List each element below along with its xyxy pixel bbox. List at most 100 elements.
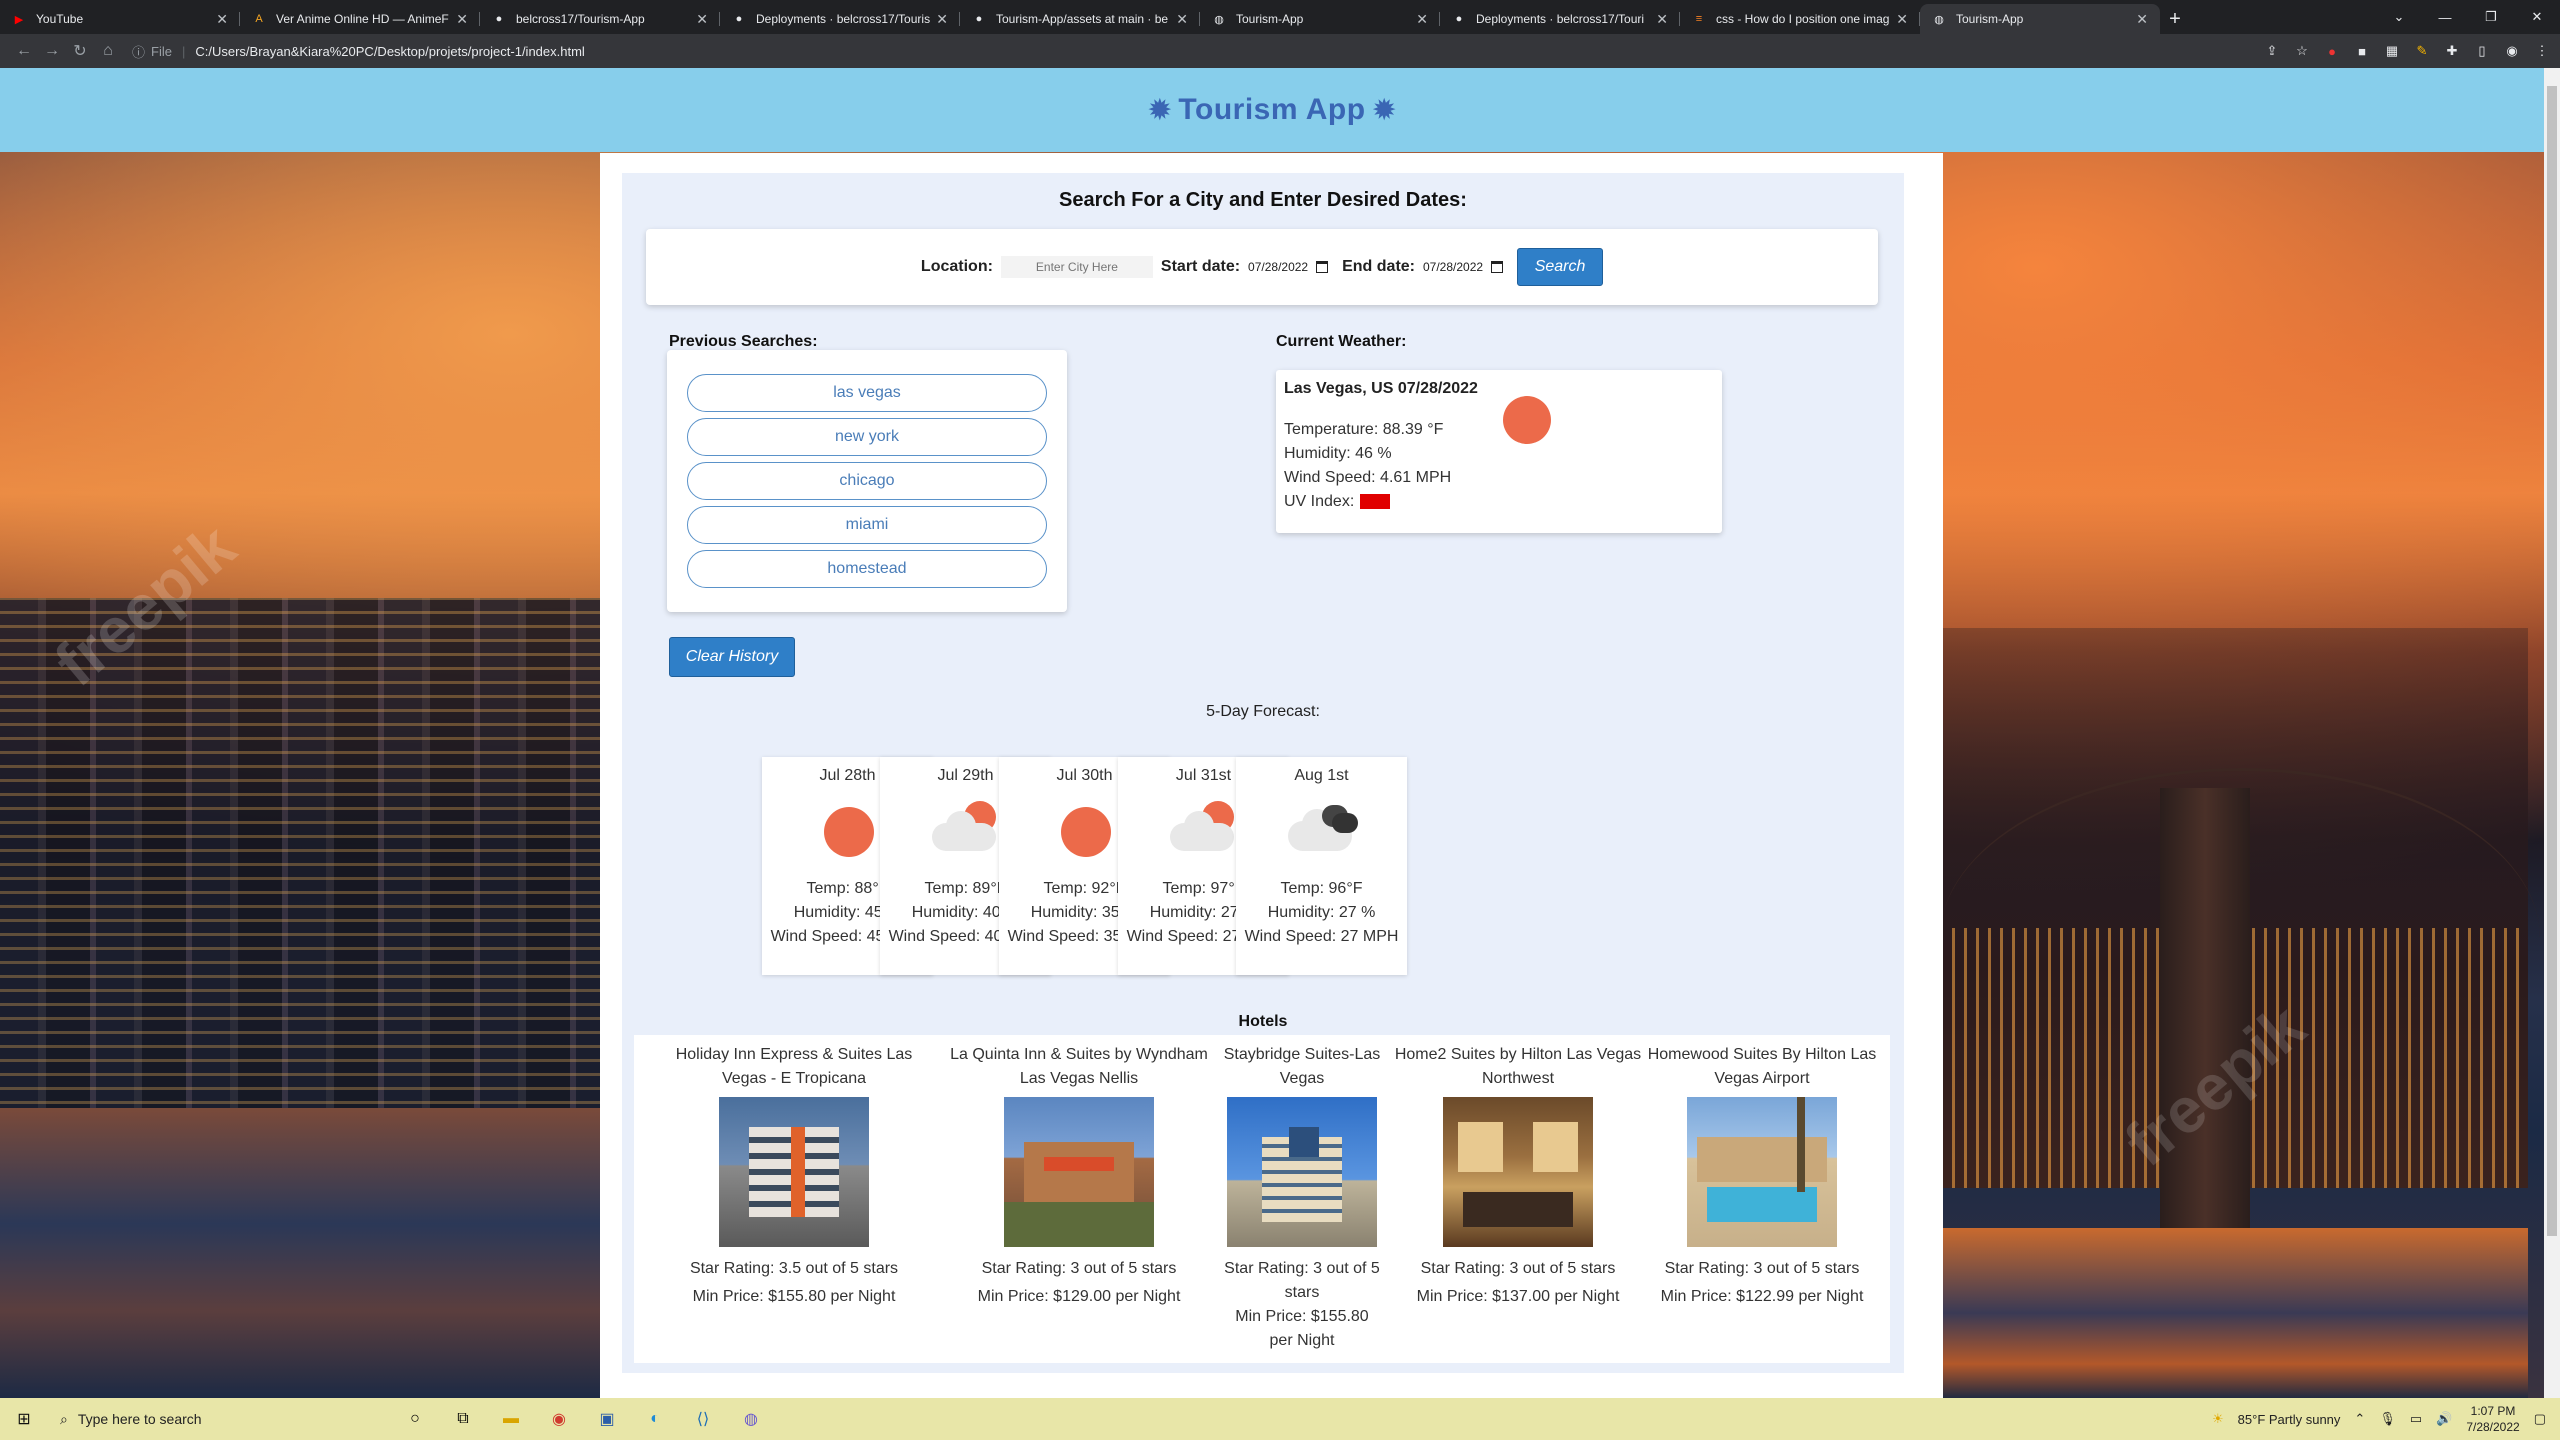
hotel-image <box>1004 1097 1154 1247</box>
windows-start-icon[interactable]: ⊞ <box>0 1398 48 1440</box>
hotel-rating: Star Rating: 3 out of 5 stars <box>981 1260 1177 1277</box>
info-icon[interactable]: ⓘ <box>132 42 145 61</box>
browser-tab[interactable]: ≡ css - How do I position one imag ✕ <box>1680 4 1920 34</box>
tab-close-icon[interactable]: ✕ <box>1176 11 1188 28</box>
calendar-icon[interactable] <box>1491 261 1504 273</box>
hotel-name: Home2 Suites by Hilton Las Vegas Northwe… <box>1394 1046 1642 1087</box>
weather-widget-text[interactable]: 85°F Partly sunny <box>2238 1412 2341 1427</box>
clock-date: 7/28/2022 <box>2466 1420 2520 1434</box>
system-clock[interactable]: 1:07 PM 7/28/2022 <box>2466 1403 2519 1435</box>
store-icon[interactable]: ▣ <box>594 1406 620 1432</box>
close-window-icon[interactable]: ✕ <box>2514 9 2560 25</box>
browser-tab[interactable]: ● Deployments · belcross17/Touris ✕ <box>720 4 960 34</box>
new-tab-button[interactable]: + <box>2160 4 2190 34</box>
tab-close-icon[interactable]: ✕ <box>1896 11 1908 28</box>
profile-icon[interactable]: ◉ <box>2504 43 2520 59</box>
hotel-card[interactable]: La Quinta Inn & Suites by Wyndham Las Ve… <box>939 1043 1219 1309</box>
github-icon: ● <box>1455 13 1463 25</box>
tab-close-icon[interactable]: ✕ <box>216 11 228 28</box>
history-item[interactable]: miami <box>687 506 1047 544</box>
tab-search-icon[interactable]: ⌄ <box>2376 9 2422 25</box>
calendar-icon[interactable] <box>1316 261 1329 273</box>
history-item[interactable]: new york <box>687 418 1047 456</box>
page-scrollbar[interactable] <box>2544 68 2560 1398</box>
browser-tab[interactable]: A Ver Anime Online HD — AnimeF ✕ <box>240 4 480 34</box>
pen-icon[interactable]: ✎ <box>2414 43 2430 59</box>
hotel-card[interactable]: Home2 Suites by Hilton Las Vegas Northwe… <box>1394 1043 1642 1309</box>
tab-close-icon[interactable]: ✕ <box>936 11 948 28</box>
extension-red-icon[interactable]: ● <box>2324 43 2340 59</box>
home-icon[interactable]: ⌂ <box>94 42 122 60</box>
browser-tab[interactable]: ● belcross17/Tourism-App ✕ <box>480 4 720 34</box>
file-explorer-icon[interactable]: ▬ <box>498 1406 524 1432</box>
search-heading: Search For a City and Enter Desired Date… <box>1059 189 1467 211</box>
menu-icon[interactable]: ⋮ <box>2534 43 2550 59</box>
network-icon[interactable]: ▭ <box>2410 1411 2422 1427</box>
start-date-value: 07/28/2022 <box>1248 260 1309 274</box>
url-text: C:/Users/Brayan&Kiara%20PC/Desktop/proje… <box>195 43 585 59</box>
tab-close-icon[interactable]: ✕ <box>2136 11 2148 28</box>
microphone-icon[interactable]: 🎙 <box>2379 1411 2396 1427</box>
history-item[interactable]: las vegas <box>687 374 1047 412</box>
share-icon[interactable]: ⇪ <box>2264 43 2280 59</box>
bookmark-star-icon[interactable]: ☆ <box>2294 43 2310 59</box>
hotel-card[interactable]: Staybridge Suites-Las Vegas Star Rating:… <box>1222 1043 1382 1353</box>
start-date-input[interactable]: 07/28/2022 <box>1248 260 1329 274</box>
end-date-label: End date: <box>1342 258 1415 275</box>
hotel-price: Min Price: $155.80 per Night <box>692 1288 896 1305</box>
tab-close-icon[interactable]: ✕ <box>696 11 708 28</box>
puzzle-icon[interactable]: ✚ <box>2444 43 2460 59</box>
minimize-icon[interactable]: — <box>2422 10 2468 25</box>
tab-title: Deployments · belcross17/Touris <box>756 12 931 26</box>
extension-gray-icon[interactable]: ■ <box>2354 43 2370 59</box>
browser-tab[interactable]: ▶ YouTube ✕ <box>0 4 240 34</box>
browser-tab[interactable]: ● Deployments · belcross17/Touri ✕ <box>1440 4 1680 34</box>
back-icon[interactable]: ← <box>10 42 38 60</box>
system-tray: ☀ 85°F Partly sunny ⌃ 🎙 ▭ 🔊 1:07 PM 7/28… <box>2212 1403 2560 1435</box>
taskbar-search[interactable]: ⌕ Type here to search <box>48 1398 388 1440</box>
browser-tab[interactable]: ◍ Tourism-App ✕ <box>1920 4 2160 34</box>
end-date-value: 07/28/2022 <box>1423 260 1484 274</box>
current-weather-title: Current Weather: <box>1276 333 1407 350</box>
history-item[interactable]: chicago <box>687 462 1047 500</box>
hotel-card[interactable]: Holiday Inn Express & Suites Las Vegas -… <box>654 1043 934 1309</box>
vscode-icon[interactable]: ⟨⟩ <box>690 1406 716 1432</box>
sun-icon <box>808 797 888 863</box>
tab-close-icon[interactable]: ✕ <box>1656 11 1668 28</box>
tab-close-icon[interactable]: ✕ <box>1416 11 1428 28</box>
forecast-title: 5-Day Forecast: <box>1206 703 1320 720</box>
extension-grid-icon[interactable]: ▦ <box>2384 43 2400 59</box>
end-date-input[interactable]: 07/28/2022 <box>1423 260 1504 274</box>
tab-list: ▶ YouTube ✕ A Ver Anime Online HD — AnimeF ✕ ●… <box>0 4 2160 34</box>
search-button[interactable]: Search <box>1517 248 1604 286</box>
github-icon: ● <box>975 13 983 25</box>
discord-icon[interactable]: ◍ <box>738 1406 764 1432</box>
browser-tab[interactable]: ◍ Tourism-App ✕ <box>1200 4 1440 34</box>
background-water-left <box>0 1108 600 1398</box>
hotel-card[interactable]: Homewood Suites By Hilton Las Vegas Airp… <box>1644 1043 1880 1309</box>
tab-close-icon[interactable]: ✕ <box>456 11 468 28</box>
browser-tab[interactable]: ● Tourism-App/assets at main · be ✕ <box>960 4 1200 34</box>
address-bar[interactable]: ⓘ File | C:/Users/Brayan&Kiara%20PC/Desk… <box>132 38 2222 64</box>
history-item[interactable]: homestead <box>687 550 1047 588</box>
edge-icon[interactable]: ◐ <box>642 1406 668 1432</box>
forward-icon[interactable]: → <box>38 42 66 60</box>
chevron-up-icon[interactable]: ⌃ <box>2354 1411 2365 1427</box>
chrome-icon[interactable]: ◉ <box>546 1406 572 1432</box>
animeflv-icon: A <box>255 13 263 25</box>
reload-icon[interactable]: ↻ <box>66 41 94 61</box>
clear-history-button[interactable]: Clear History <box>669 637 795 677</box>
forecast-humidity: Humidity: 27 % <box>1267 904 1376 921</box>
city-input[interactable] <box>1000 256 1153 278</box>
task-view-icon[interactable]: ⧉ <box>450 1406 476 1432</box>
weather-widget-icon[interactable]: ☀ <box>2212 1411 2224 1427</box>
restore-icon[interactable]: ❐ <box>2468 9 2514 25</box>
sidepanel-icon[interactable]: ▯ <box>2474 43 2490 59</box>
uv-badge <box>1360 494 1391 510</box>
notifications-icon[interactable]: ▢ <box>2534 1411 2546 1427</box>
forecast-wind: Wind Speed: 27 MPH <box>1244 928 1399 945</box>
cortana-icon[interactable]: ○ <box>402 1406 428 1432</box>
sun-icon <box>1503 396 1551 444</box>
scrollbar-thumb[interactable] <box>2547 86 2557 1236</box>
volume-icon[interactable]: 🔊 <box>2436 1411 2452 1427</box>
